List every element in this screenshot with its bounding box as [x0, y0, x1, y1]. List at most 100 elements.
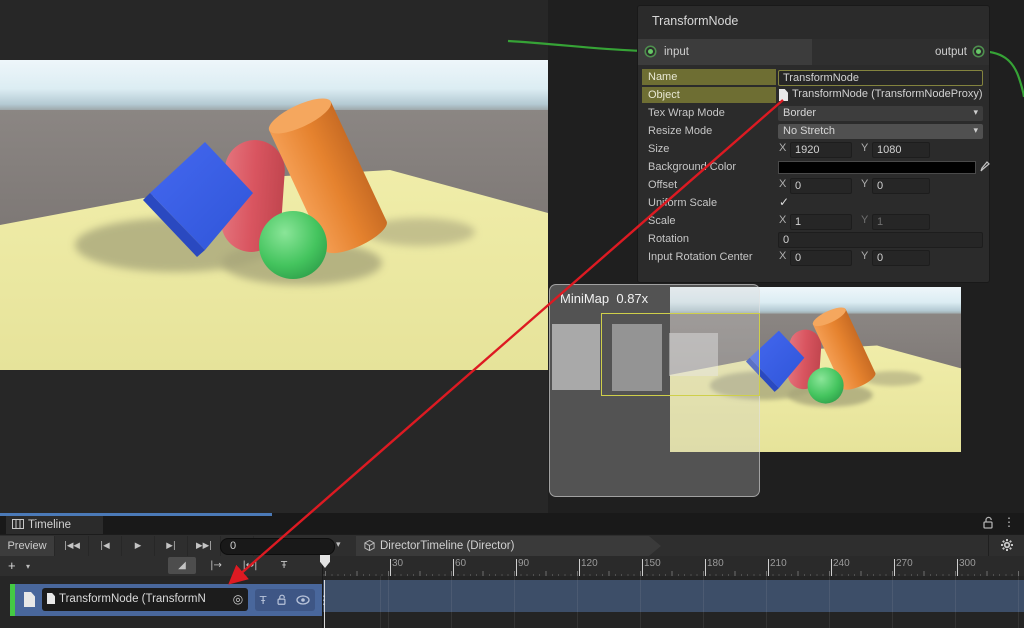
x-value-field[interactable]: 0	[790, 178, 852, 194]
transform-node-panel[interactable]: TransformNode input output NameTransform…	[637, 5, 990, 283]
dropdown-border[interactable]: Border▾	[778, 106, 983, 121]
track-toolbar: + ▾ ◢ |→ |↔| Ŧ	[0, 556, 322, 576]
y-axis-label: Y	[861, 214, 868, 226]
timeline-window-icon	[12, 519, 24, 529]
object-picker-icon[interactable]: ◎	[228, 588, 248, 611]
output-port-icon[interactable]	[976, 49, 981, 54]
ruler-tick-300: 300	[959, 558, 976, 569]
property-label: Rotation	[642, 231, 776, 247]
timeline-clip-area[interactable]	[322, 576, 1024, 628]
next-frame-button[interactable]: ▶|	[155, 536, 188, 556]
property-row-offset: OffsetX0Y0	[638, 176, 989, 194]
node-title: TransformNode	[652, 6, 738, 36]
breadcrumb[interactable]: DirectorTimeline (Director)	[356, 536, 661, 556]
chevron-down-icon: ▾	[973, 124, 978, 139]
unity-compositor-window: { "node": { "title": "TransformNode", "p…	[0, 0, 1024, 628]
ruler-tick-150: 150	[644, 558, 661, 569]
minimap-panel[interactable]: MiniMap 0.87x	[549, 284, 760, 497]
playhead-line	[324, 580, 325, 628]
ruler-tick-90: 90	[518, 558, 529, 569]
chevron-down-icon: ▾	[973, 106, 978, 121]
y-value-field[interactable]: 1080	[872, 142, 930, 158]
ruler-tick-180: 180	[707, 558, 724, 569]
lock-icon[interactable]	[276, 594, 287, 606]
property-row-object: ObjectTransformNode (TransformNodeProxy)	[638, 86, 989, 104]
clip-edit-mode-replace-button[interactable]: |↔|	[236, 557, 264, 574]
ruler-tick-270: 270	[896, 558, 913, 569]
property-label: Input Rotation Center	[642, 249, 776, 265]
node-properties: NameTransformNodeObjectTransformNode (Tr…	[638, 68, 989, 266]
property-label: Offset	[642, 177, 776, 193]
input-port-label: input	[664, 39, 689, 65]
current-frame-field[interactable]: 0	[220, 538, 335, 555]
property-label: Name	[642, 69, 776, 85]
track-lane[interactable]	[323, 580, 1024, 612]
timeline-tab-bar: Timeline ⋮	[0, 513, 1024, 534]
add-track-button[interactable]: +	[8, 558, 16, 573]
minimap-viewport-rect[interactable]	[601, 313, 760, 396]
goto-end-button[interactable]: ▶▶|	[188, 536, 221, 556]
scene-render-view	[0, 60, 548, 370]
clip-edit-mode-mix-button[interactable]: ◢	[168, 557, 196, 574]
object-field-value[interactable]: TransformNode (TransformNodeProxy)	[792, 88, 983, 100]
y-value-field[interactable]: 0	[872, 250, 930, 266]
ruler-tick-60: 60	[455, 558, 466, 569]
previous-frame-button[interactable]: |◀	[89, 536, 122, 556]
tab-timeline[interactable]: Timeline	[6, 516, 103, 534]
property-row-tex-wrap-mode: Tex Wrap ModeBorder▾	[638, 104, 989, 122]
pin-icon[interactable]: Ŧ	[260, 594, 267, 607]
goto-begin-button[interactable]: |◀◀	[56, 536, 89, 556]
x-value-field[interactable]: 0	[790, 250, 852, 266]
y-value-field[interactable]: 0	[872, 178, 930, 194]
color-swatch[interactable]	[778, 161, 976, 174]
x-axis-label: X	[779, 214, 786, 226]
property-label: Resize Mode	[642, 123, 776, 139]
x-axis-label: X	[779, 250, 786, 262]
property-label: Background Color	[642, 159, 776, 175]
x-value-field[interactable]: 1	[790, 214, 852, 230]
panel-lock-icon[interactable]	[982, 516, 994, 530]
input-port-icon[interactable]	[648, 49, 653, 54]
clip-edit-mode-ripple-button[interactable]: |→	[202, 557, 230, 574]
tab-timeline-label: Timeline	[28, 519, 71, 531]
track-object-label: TransformNode (TransformN	[59, 593, 206, 605]
timeline-panel: Timeline ⋮ Preview |◀◀|◀▶▶|▶▶|[▶] 0 ▾ Di…	[0, 513, 1024, 628]
property-label: Tex Wrap Mode	[642, 105, 776, 121]
track-object-field[interactable]: TransformNode (TransformN	[42, 588, 247, 611]
property-row-scale: ScaleX1Y1	[638, 212, 989, 230]
eye-icon[interactable]	[296, 595, 310, 605]
ruler-tick-120: 120	[581, 558, 598, 569]
add-track-dropdown-icon[interactable]: ▾	[26, 562, 30, 571]
y-axis-label: Y	[861, 178, 868, 190]
property-row-background-color: Background Color	[638, 158, 989, 176]
property-text-field[interactable]: 0	[778, 232, 983, 248]
property-row-name: NameTransformNode	[638, 68, 989, 86]
frame-unit-dropdown-icon[interactable]: ▾	[336, 540, 341, 550]
play-button[interactable]: ▶	[122, 536, 155, 556]
property-label: Size	[642, 141, 776, 157]
edit-mode-buttons: ◢ |→ |↔| Ŧ	[168, 557, 298, 574]
dropdown-no-stretch[interactable]: No Stretch▾	[778, 124, 983, 139]
preview-toggle-button[interactable]: Preview	[0, 536, 55, 556]
timeline-toolbar: Preview |◀◀|◀▶▶|▶▶|[▶] 0 ▾ DirectorTimel…	[0, 534, 1024, 556]
y-axis-label: Y	[861, 250, 868, 262]
x-value-field[interactable]: 1920	[790, 142, 852, 158]
property-label: Uniform Scale	[642, 195, 776, 211]
track-asset-icon	[24, 592, 35, 607]
ruler-tick-210: 210	[770, 558, 787, 569]
panel-menu-icon[interactable]: ⋮	[1003, 515, 1015, 529]
marker-toggle-button[interactable]: Ŧ	[270, 557, 298, 574]
property-text-field[interactable]: TransformNode	[778, 70, 983, 86]
object-file-icon	[47, 593, 55, 604]
y-value-field[interactable]: 1	[872, 214, 930, 230]
x-axis-label: X	[779, 178, 786, 190]
ruler-tick-30: 30	[392, 558, 403, 569]
checkbox-checked[interactable]: ✓	[779, 195, 789, 209]
track-option-icons: Ŧ	[255, 589, 315, 611]
director-cube-icon	[364, 540, 375, 551]
timeline-settings-button[interactable]	[988, 535, 1024, 557]
timeline-track-header[interactable]: TransformNode (TransformN ◎ Ŧ ⋮	[15, 584, 322, 616]
y-axis-label: Y	[861, 142, 868, 154]
input-port-area[interactable]: input	[638, 39, 812, 65]
eyedropper-icon[interactable]	[980, 160, 990, 175]
